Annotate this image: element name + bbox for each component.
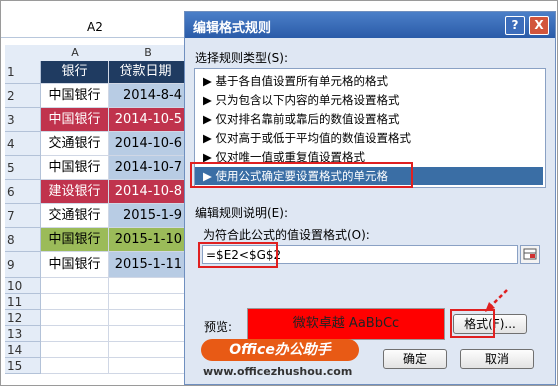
table-cell-date[interactable]: 2014-10-6: [109, 132, 185, 156]
name-box[interactable]: A2: [1, 17, 187, 38]
table-cell-date[interactable]: 2015-1-10: [109, 228, 185, 252]
table-cell[interactable]: [41, 310, 109, 326]
table-cell[interactable]: [41, 358, 109, 374]
help-button[interactable]: ?: [505, 16, 525, 35]
table-cell[interactable]: [41, 326, 109, 342]
table-cell-bank[interactable]: 中国银行: [41, 108, 109, 132]
table-cell-bank[interactable]: 交通银行: [41, 204, 109, 228]
table-cell-bank[interactable]: 中国银行: [41, 156, 109, 180]
table-cell[interactable]: [109, 278, 185, 294]
row-header[interactable]: 13: [5, 326, 41, 342]
formula-label: 为符合此公式的值设置格式(O):: [203, 228, 370, 242]
row-header[interactable]: 4: [5, 132, 41, 156]
edit-desc-label: 编辑规则说明(E):: [195, 206, 288, 220]
range-picker-icon: [523, 248, 537, 260]
close-button[interactable]: X: [529, 16, 549, 35]
row-header[interactable]: 9: [5, 252, 41, 278]
table-cell-bank[interactable]: 中国银行: [41, 252, 109, 278]
dialog-titlebar: 编辑格式规则 ? X: [185, 12, 555, 38]
dialog-title: 编辑格式规则: [193, 21, 272, 36]
col-header-a[interactable]: A: [41, 45, 110, 62]
table-cell[interactable]: [41, 342, 109, 358]
range-picker-button[interactable]: [520, 245, 540, 264]
row-header[interactable]: 1: [5, 61, 41, 84]
row-header[interactable]: 6: [5, 180, 41, 204]
table-cell-bank[interactable]: 交通银行: [41, 132, 109, 156]
table-cell[interactable]: [41, 278, 109, 294]
table-cell[interactable]: [109, 310, 185, 326]
table-cell[interactable]: [109, 326, 185, 342]
table-cell-bank[interactable]: 中国银行: [41, 84, 109, 108]
rule-type-item[interactable]: ▶ 仅对高于或低于平均值的数值设置格式: [203, 130, 411, 146]
row-header[interactable]: 7: [5, 204, 41, 228]
ok-button[interactable]: 确定: [383, 349, 447, 369]
rule-type-label: 选择规则类型(S):: [195, 51, 289, 65]
table-cell-bank[interactable]: 建设银行: [41, 180, 109, 204]
table-cell[interactable]: [41, 294, 109, 310]
table-cell[interactable]: [109, 294, 185, 310]
table-cell[interactable]: [109, 358, 185, 374]
watermark-logo: Office办公助手: [201, 339, 359, 361]
row-header[interactable]: 11: [5, 294, 41, 310]
edit-format-rule-dialog: 编辑格式规则 ? X 选择规则类型(S): ▶ 基于各自值设置所有单元格的格式 …: [184, 11, 556, 385]
cancel-button[interactable]: 取消: [460, 349, 534, 369]
table-cell-bank[interactable]: 中国银行: [41, 228, 109, 252]
row-header[interactable]: 8: [5, 228, 41, 252]
row-header[interactable]: 14: [5, 342, 41, 358]
col-header-b[interactable]: B: [109, 45, 188, 62]
table-cell-date[interactable]: 2014-8-4: [109, 84, 185, 108]
row-header[interactable]: 10: [5, 278, 41, 294]
row-header[interactable]: 5: [5, 156, 41, 180]
table-cell-date[interactable]: 2015-1-11: [109, 252, 185, 278]
table-cell-date[interactable]: 2014-10-7: [109, 156, 185, 180]
row-header[interactable]: 2: [5, 84, 41, 108]
table-cell-date[interactable]: 2014-10-8: [109, 180, 185, 204]
rule-type-item[interactable]: ▶ 基于各自值设置所有单元格的格式: [203, 73, 388, 89]
header-cell-date[interactable]: 贷款日期: [109, 61, 185, 84]
name-box-value: A2: [87, 20, 103, 34]
table-cell-date[interactable]: 2014-10-5: [109, 108, 185, 132]
pointer-arrow-icon: [485, 289, 508, 312]
rule-type-item[interactable]: ▶ 仅对排名靠前或靠后的数值设置格式: [203, 111, 400, 127]
watermark-url: www.officezhushou.com: [203, 365, 353, 378]
table-cell-date[interactable]: 2015-1-9: [109, 204, 185, 228]
preview-label: 预览:: [204, 320, 233, 334]
row-header[interactable]: 15: [5, 358, 41, 374]
highlight-box: [190, 162, 413, 188]
header-cell-bank[interactable]: 银行: [41, 61, 109, 84]
rule-type-item[interactable]: ▶ 只为包含以下内容的单元格设置格式: [203, 92, 400, 108]
table-cell[interactable]: [109, 342, 185, 358]
screenshot-frame: A2 A B 1 银行 贷款日期 2 中国银行 2014-8-4 3 中国银行 2014-10-…: [0, 0, 558, 386]
formula-highlight-box: [198, 242, 278, 268]
row-header[interactable]: 12: [5, 310, 41, 326]
preview-box: 微软卓越 AaBbCc: [247, 308, 445, 340]
row-header[interactable]: 3: [5, 108, 41, 132]
select-all-corner[interactable]: [5, 45, 42, 62]
